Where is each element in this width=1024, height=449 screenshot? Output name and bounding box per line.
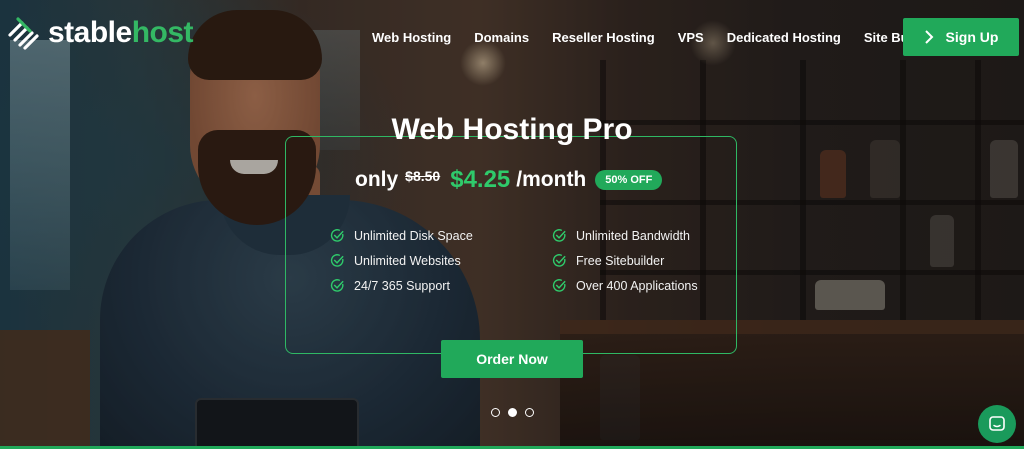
slider-dots xyxy=(491,408,534,417)
order-now-button[interactable]: Order Now xyxy=(441,340,583,378)
old-price: $8.50 xyxy=(405,168,441,184)
check-circle-icon xyxy=(552,254,566,267)
logo-mark-icon xyxy=(8,17,39,50)
feature-item: Unlimited Disk Space xyxy=(330,228,552,243)
logo[interactable]: stablehost xyxy=(6,15,194,51)
sign-up-label: Sign Up xyxy=(945,29,999,45)
check-circle-icon xyxy=(330,229,344,242)
nav-reseller-hosting[interactable]: Reseller Hosting xyxy=(552,30,655,45)
logo-text-host: host xyxy=(131,16,194,49)
feature-label: Unlimited Bandwidth xyxy=(576,228,690,243)
nav-dedicated-hosting[interactable]: Dedicated Hosting xyxy=(727,30,841,45)
feature-item: Over 400 Applications xyxy=(552,278,730,293)
feature-label: 24/7 365 Support xyxy=(354,278,450,293)
site-header: stablehost Web Hosting Domains Reseller … xyxy=(0,0,1024,74)
logo-wordmark: stablehost xyxy=(48,15,194,51)
chat-button[interactable] xyxy=(978,405,1016,443)
nav-vps[interactable]: VPS xyxy=(678,30,704,45)
check-circle-icon xyxy=(330,279,344,292)
feature-item: Unlimited Bandwidth xyxy=(552,228,730,243)
feature-list: Unlimited Disk Space Unlimited Bandwidth… xyxy=(330,228,730,293)
feature-label: Unlimited Disk Space xyxy=(354,228,473,243)
discount-badge: 50% OFF xyxy=(595,170,663,190)
sign-up-button[interactable]: Sign Up xyxy=(903,18,1019,56)
check-circle-icon xyxy=(330,254,344,267)
main-nav: Web Hosting Domains Reseller Hosting VPS… xyxy=(372,30,936,45)
price-prefix: only xyxy=(355,168,399,191)
logo-text-stable: stable xyxy=(48,16,132,49)
price-period: /month xyxy=(516,168,587,191)
chat-icon xyxy=(989,416,1005,431)
check-circle-icon xyxy=(552,279,566,292)
nav-domains[interactable]: Domains xyxy=(474,30,529,45)
feature-item: Free Sitebuilder xyxy=(552,253,730,268)
feature-label: Unlimited Websites xyxy=(354,253,461,268)
feature-item: Unlimited Websites xyxy=(330,253,552,268)
slider-dot-3[interactable] xyxy=(525,408,534,417)
chevron-right-icon xyxy=(924,30,933,44)
check-circle-icon xyxy=(552,229,566,242)
new-price: $4.25 xyxy=(450,166,511,193)
feature-label: Free Sitebuilder xyxy=(576,253,665,268)
feature-label: Over 400 Applications xyxy=(576,278,698,293)
nav-web-hosting[interactable]: Web Hosting xyxy=(372,30,451,45)
slider-dot-2[interactable] xyxy=(508,408,517,417)
slider-dot-1[interactable] xyxy=(491,408,500,417)
feature-item: 24/7 365 Support xyxy=(330,278,552,293)
promo-title: Web Hosting Pro xyxy=(391,113,633,146)
price-line: only $8.50 $4.25 /month 50% OFF xyxy=(355,166,663,194)
